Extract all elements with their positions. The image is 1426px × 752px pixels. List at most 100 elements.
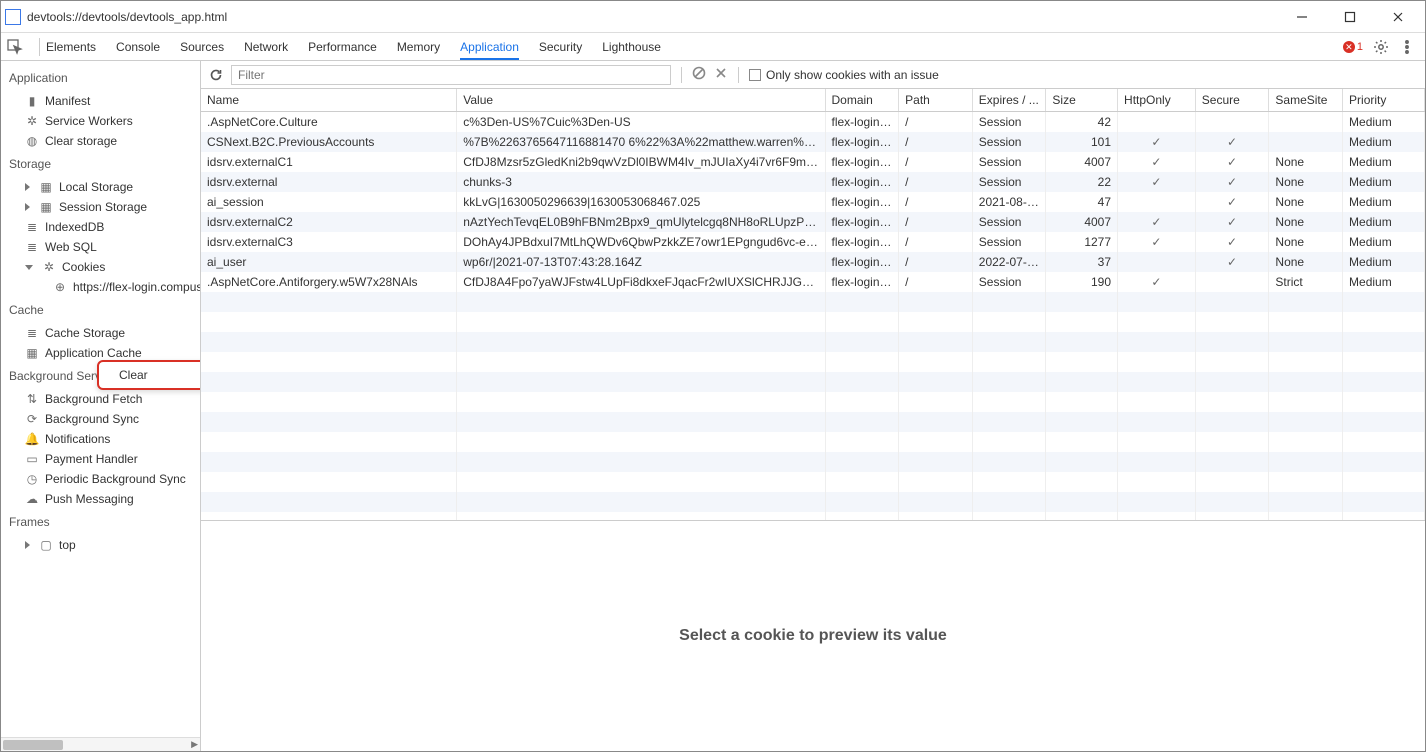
cell-http: ✓ xyxy=(1118,132,1196,152)
sidebar-item-background-fetch[interactable]: ⇅Background Fetch xyxy=(1,389,200,409)
sidebar-item-local-storage[interactable]: ▦Local Storage xyxy=(1,177,200,197)
column-header[interactable]: Value xyxy=(457,89,825,112)
table-row[interactable]: ai_userwp6r/|2021-07-13T07:43:28.164Zfle… xyxy=(201,252,1425,272)
errors-badge[interactable]: ✕ 1 xyxy=(1343,41,1363,53)
scrollbar-thumb[interactable] xyxy=(3,740,63,750)
gear-icon[interactable] xyxy=(1373,39,1389,55)
cell-samesite xyxy=(1269,112,1343,133)
table-row-empty xyxy=(201,432,1425,452)
tab-application[interactable]: Application xyxy=(460,34,519,60)
sidebar-item-clear-storage[interactable]: ◍Clear storage xyxy=(1,131,200,151)
cell-path: / xyxy=(899,232,973,252)
tab-console[interactable]: Console xyxy=(116,34,160,60)
clear-all-icon[interactable] xyxy=(692,66,706,83)
sidebar-item-periodic-background-sync[interactable]: ◷Periodic Background Sync xyxy=(1,469,200,489)
cell-name: ai_user xyxy=(201,252,457,272)
cell-http: ✓ xyxy=(1118,232,1196,252)
column-header[interactable]: Secure xyxy=(1195,89,1269,112)
section-cache: Cache xyxy=(1,297,200,323)
cookies-panel: Only show cookies with an issue NameValu… xyxy=(201,61,1425,751)
column-header[interactable]: Expires / ... xyxy=(972,89,1046,112)
inspect-element-icon[interactable] xyxy=(7,39,23,55)
cell-http: ✓ xyxy=(1118,152,1196,172)
horizontal-scrollbar[interactable]: ▶ xyxy=(1,737,200,751)
table-row-empty xyxy=(201,352,1425,372)
cell-name: idsrv.external xyxy=(201,172,457,192)
table-row[interactable]: idsrv.externalC2nAztYechTevqEL0B9hFBNm2B… xyxy=(201,212,1425,232)
sidebar-item-manifest[interactable]: ▮Manifest xyxy=(1,91,200,111)
cell-size: 190 xyxy=(1046,272,1118,292)
table-row-empty xyxy=(201,452,1425,472)
table-row[interactable]: idsrv.externalC1CfDJ8Mzsr5zGledKni2b9qwV… xyxy=(201,152,1425,172)
cell-name: .AspNetCore.Antiforgery.w5W7x28NAls xyxy=(201,272,457,292)
table-row[interactable]: ai_sessionkkLvG|1630050296639|1630053068… xyxy=(201,192,1425,212)
cell-samesite: None xyxy=(1269,172,1343,192)
sidebar-item-cookie-origin[interactable]: ⊕https://flex-login.compusof xyxy=(1,277,200,297)
cell-secure: ✓ xyxy=(1195,132,1269,152)
column-header[interactable]: HttpOnly xyxy=(1118,89,1196,112)
cell-domain: flex-login.... xyxy=(825,232,899,252)
sidebar-item-session-storage[interactable]: ▦Session Storage xyxy=(1,197,200,217)
column-header[interactable]: SameSite xyxy=(1269,89,1343,112)
tab-memory[interactable]: Memory xyxy=(397,34,440,60)
sidebar-item-cache-storage[interactable]: ≣Cache Storage xyxy=(1,323,200,343)
window-icon: ▢ xyxy=(39,538,53,552)
maximize-button[interactable] xyxy=(1335,5,1365,29)
cell-samesite: Strict xyxy=(1269,272,1343,292)
context-menu-clear[interactable]: Clear xyxy=(99,362,201,388)
tab-sources[interactable]: Sources xyxy=(180,34,224,60)
tab-lighthouse[interactable]: Lighthouse xyxy=(602,34,661,60)
cell-http: ✓ xyxy=(1118,272,1196,292)
delete-selected-icon[interactable] xyxy=(714,66,728,83)
close-button[interactable] xyxy=(1383,5,1413,29)
sidebar-item-frame-top[interactable]: ▢top xyxy=(1,535,200,555)
cell-priority: Medium xyxy=(1343,212,1425,232)
sidebar-item-indexeddb[interactable]: ≣IndexedDB xyxy=(1,217,200,237)
cookies-toolbar: Only show cookies with an issue xyxy=(201,61,1425,89)
table-row[interactable]: idsrv.externalC3DOhAy4JPBdxuI7MtLhQWDv6Q… xyxy=(201,232,1425,252)
context-menu: Clear xyxy=(97,360,201,390)
cell-domain: flex-login.... xyxy=(825,212,899,232)
tab-elements[interactable]: Elements xyxy=(46,34,96,60)
sidebar-item-cookies[interactable]: ✲Cookies xyxy=(1,257,200,277)
kebab-menu-icon[interactable] xyxy=(1399,39,1415,55)
sidebar-item-background-sync[interactable]: ⟳Background Sync xyxy=(1,409,200,429)
database-icon: ≣ xyxy=(25,326,39,340)
only-issue-checkbox[interactable]: Only show cookies with an issue xyxy=(749,68,939,82)
cell-expires: 2022-07-1... xyxy=(972,252,1046,272)
sidebar-item-service-workers[interactable]: ✲Service Workers xyxy=(1,111,200,131)
column-header[interactable]: Domain xyxy=(825,89,899,112)
chevron-right-icon xyxy=(25,183,30,191)
sync-icon: ⟳ xyxy=(25,412,39,426)
table-row[interactable]: .AspNetCore.Antiforgery.w5W7x28NAlsCfDJ8… xyxy=(201,272,1425,292)
chevron-down-icon xyxy=(25,265,33,270)
cell-name: idsrv.externalC3 xyxy=(201,232,457,252)
tab-security[interactable]: Security xyxy=(539,34,582,60)
table-row[interactable]: CSNext.B2C.PreviousAccounts%7B%226376564… xyxy=(201,132,1425,152)
cookie-preview-empty: Select a cookie to preview its value xyxy=(201,521,1425,751)
table-header-row[interactable]: NameValueDomainPathExpires / ...SizeHttp… xyxy=(201,89,1425,112)
refresh-button[interactable] xyxy=(209,68,223,82)
cell-size: 47 xyxy=(1046,192,1118,212)
filter-input[interactable] xyxy=(231,65,671,85)
cell-secure: ✓ xyxy=(1195,192,1269,212)
cell-domain: flex-login.... xyxy=(825,132,899,152)
sidebar-item-websql[interactable]: ≣Web SQL xyxy=(1,237,200,257)
table-row-empty xyxy=(201,372,1425,392)
column-header[interactable]: Name xyxy=(201,89,457,112)
column-header[interactable]: Path xyxy=(899,89,973,112)
sidebar-item-notifications[interactable]: 🔔Notifications xyxy=(1,429,200,449)
minimize-button[interactable] xyxy=(1287,5,1317,29)
sidebar-item-payment-handler[interactable]: ▭Payment Handler xyxy=(1,449,200,469)
app-icon xyxy=(5,9,21,25)
table-row[interactable]: idsrv.externalchunks-3flex-login..../Ses… xyxy=(201,172,1425,192)
tab-performance[interactable]: Performance xyxy=(308,34,377,60)
tab-network[interactable]: Network xyxy=(244,34,288,60)
column-header[interactable]: Size xyxy=(1046,89,1118,112)
gear-icon: ✲ xyxy=(25,114,39,128)
column-header[interactable]: Priority xyxy=(1343,89,1425,112)
chevron-right-icon xyxy=(25,203,30,211)
table-row[interactable]: .AspNetCore.Culturec%3Den-US%7Cuic%3Den-… xyxy=(201,112,1425,133)
sidebar-item-push-messaging[interactable]: ☁Push Messaging xyxy=(1,489,200,509)
cell-priority: Medium xyxy=(1343,132,1425,152)
